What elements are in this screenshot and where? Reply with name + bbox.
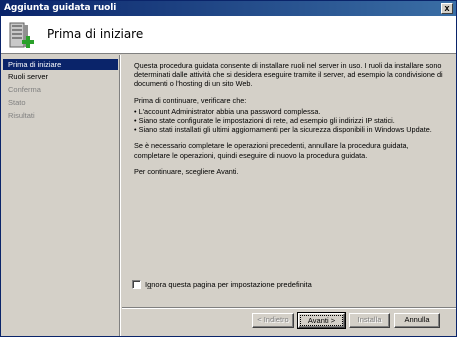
list-item: Siano state configurate le impostazioni …: [134, 116, 446, 125]
vertical-divider: [119, 55, 121, 336]
window-title: Aggiunta guidata ruoli: [4, 3, 117, 13]
install-button[interactable]: Installa: [349, 313, 390, 328]
steps-note-text: Se è necessario completare le operazioni…: [134, 141, 409, 160]
wizard-header: Prima di iniziare: [1, 16, 456, 54]
intro-text: Questa procedura guidata consente di ins…: [134, 61, 443, 89]
prerequisite-list: L'account Administrator abbia una passwo…: [134, 107, 446, 135]
skip-page-label[interactable]: Ignora questa pagina per impostazione pr…: [145, 280, 312, 290]
wizard-window: Aggiunta guidata ruoli x Prima di inizia…: [0, 0, 457, 337]
close-button[interactable]: x: [441, 3, 453, 14]
next-button-label: Avanti >: [300, 315, 343, 326]
nav-item-conferma: Conferma: [8, 85, 41, 94]
skip-page-checkbox[interactable]: [132, 280, 141, 289]
before-continue-text: Prima di continuare, verificare che:: [134, 95, 247, 105]
nav-item-risultati: Risultati: [8, 111, 35, 120]
continue-note-text: Per continuare, scegliere Avanti.: [134, 166, 239, 176]
nav-item-ruoli-server[interactable]: Ruoli server: [3, 71, 118, 82]
list-item: L'account Administrator abbia una passwo…: [134, 107, 446, 116]
list-item: Siano stati installati gli ultimi aggior…: [134, 125, 446, 134]
horizontal-divider: [122, 307, 456, 309]
nav-item-prima-di-iniziare[interactable]: Prima di iniziare: [3, 59, 118, 70]
nav-item-stato: Stato: [8, 98, 26, 107]
server-add-icon: [9, 22, 34, 48]
page-title: Prima di iniziare: [47, 27, 144, 41]
cancel-button[interactable]: Annulla: [394, 313, 440, 328]
title-bar[interactable]: Aggiunta guidata ruoli x: [1, 1, 456, 16]
wizard-navigation: Prima di iniziare Ruoli server Conferma …: [3, 57, 118, 333]
back-button[interactable]: < Indietro: [252, 313, 294, 328]
next-button[interactable]: Avanti >: [297, 312, 346, 329]
wizard-content: Questa procedura guidata consente di ins…: [134, 61, 446, 183]
